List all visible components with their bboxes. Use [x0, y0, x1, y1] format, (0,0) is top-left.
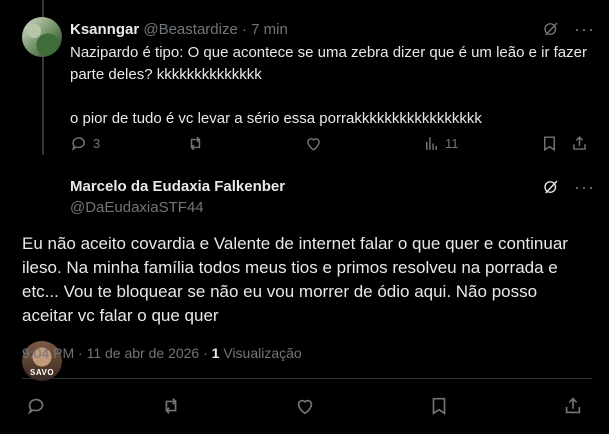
grok-icon[interactable] — [542, 178, 560, 196]
views-button[interactable]: 11 — [422, 134, 459, 153]
repost-button[interactable] — [160, 395, 182, 417]
separator: · — [241, 21, 247, 38]
bookmark-button[interactable] — [540, 134, 559, 153]
views-count: 11 — [445, 136, 459, 151]
display-name[interactable]: Marcelo da Eudaxia Falkenber — [70, 178, 285, 195]
views-count: 1 — [211, 345, 220, 361]
bookmark-icon — [544, 136, 555, 152]
bookmark-button[interactable] — [428, 395, 450, 417]
display-name[interactable]: Ksanngar — [70, 21, 139, 38]
avatar[interactable] — [22, 17, 62, 57]
avatar-text: SAVO — [30, 368, 55, 377]
action-bar — [22, 395, 592, 419]
post-meta: 9:04 PM · 11 de abr de 2026 · 1 Visualiz… — [22, 345, 302, 361]
bookmark-icon — [432, 397, 446, 415]
reply-button[interactable]: 3 — [70, 134, 100, 153]
heart-icon — [307, 138, 320, 151]
handle[interactable]: @Beastardize — [143, 21, 237, 38]
like-button[interactable] — [304, 134, 323, 153]
post-text-line: o pior de tudo é vc levar a sério essa p… — [70, 110, 482, 127]
comment-icon — [27, 398, 44, 415]
action-bar: 3 11 — [70, 134, 590, 154]
share-button[interactable] — [570, 134, 589, 153]
like-button[interactable] — [294, 395, 316, 417]
heart-icon — [297, 399, 313, 415]
reply-count: 3 — [93, 136, 101, 151]
post-header: Ksanngar @Beastardize · 7 min — [70, 21, 288, 38]
share-button[interactable] — [562, 395, 584, 417]
views-label: Visualização — [223, 345, 302, 361]
comment-icon — [71, 137, 85, 151]
reply-post[interactable]: Ksanngar @Beastardize · 7 min ··· Nazipa… — [0, 0, 609, 165]
handle[interactable]: @DaEudaxiaSTF44 — [70, 199, 204, 216]
more-icon[interactable]: ··· — [574, 20, 595, 38]
post-text: Eu não aceito covardia e Valente de inte… — [22, 234, 568, 325]
post-text-line: Nazipardo é tipo: O que acontece se uma … — [70, 44, 587, 83]
bar-chart-icon — [426, 137, 437, 150]
post-top-actions: ··· — [542, 20, 595, 38]
separator: · — [78, 345, 83, 361]
reply-button[interactable] — [26, 395, 48, 417]
share-icon — [573, 136, 586, 150]
grok-icon[interactable] — [542, 20, 560, 38]
divider — [22, 378, 592, 379]
retweet-icon — [190, 136, 201, 151]
retweet-icon — [165, 398, 177, 414]
repost-button[interactable] — [186, 134, 205, 153]
share-icon — [565, 397, 581, 414]
timestamp[interactable]: 7 min — [251, 21, 288, 38]
post-time[interactable]: 9:04 PM — [22, 345, 74, 361]
separator: · — [203, 345, 208, 361]
post-date[interactable]: 11 de abr de 2026 — [87, 345, 200, 361]
more-icon[interactable]: ··· — [574, 178, 595, 196]
post-text: Nazipardo é tipo: O que acontece se uma … — [70, 42, 590, 130]
post-top-actions: ··· — [542, 178, 595, 196]
